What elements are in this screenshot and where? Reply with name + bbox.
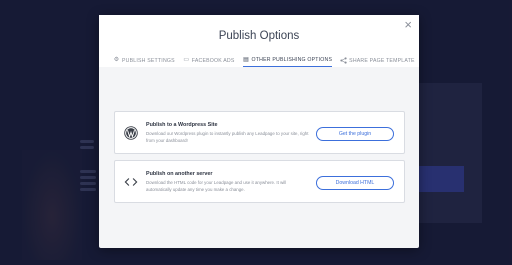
publish-options-modal: Publish Options × ⚙ PUBLISH SETTINGS ▭ F…	[99, 15, 419, 248]
share-icon	[340, 57, 347, 64]
tab-share-page-template[interactable]: SHARE PAGE TEMPLATE	[340, 54, 415, 67]
tab-facebook-ads[interactable]: ▭ FACEBOOK ADS	[183, 54, 235, 67]
option-title: Publish on another server	[146, 171, 213, 177]
get-plugin-button[interactable]: Get the plugin	[316, 127, 394, 141]
close-icon[interactable]: ×	[404, 17, 412, 32]
calendar-icon: ▤	[243, 56, 249, 63]
modal-header: Publish Options × ⚙ PUBLISH SETTINGS ▭ F…	[99, 15, 419, 67]
tab-label: OTHER PUBLISHING OPTIONS	[251, 57, 333, 63]
tab-other-publishing-options[interactable]: ▤ OTHER PUBLISHING OPTIONS	[242, 54, 333, 67]
tab-bar: ⚙ PUBLISH SETTINGS ▭ FACEBOOK ADS ▤ OTHE…	[113, 54, 423, 67]
tab-label: FACEBOOK ADS	[191, 57, 235, 64]
option-description: Download our Wordpress plugin to instant…	[146, 131, 309, 143]
tab-label: PUBLISH SETTINGS	[122, 57, 175, 64]
option-description: Download the HTML code for your Leadpage…	[146, 180, 287, 192]
gear-icon: ⚙	[113, 57, 120, 63]
option-title: Publish to a Wordpress Site	[146, 122, 218, 128]
modal-title: Publish Options	[218, 30, 300, 42]
download-html-button[interactable]: Download HTML	[316, 176, 394, 190]
option-another-server: Publish on another server Download the H…	[114, 160, 405, 203]
code-icon	[124, 175, 138, 189]
wordpress-icon	[124, 126, 138, 140]
tab-label: SHARE PAGE TEMPLATE	[349, 57, 415, 64]
option-wordpress: Publish to a Wordpress Site Download our…	[114, 111, 405, 154]
monitor-icon: ▭	[183, 57, 190, 63]
tab-publish-settings[interactable]: ⚙ PUBLISH SETTINGS	[113, 54, 175, 67]
